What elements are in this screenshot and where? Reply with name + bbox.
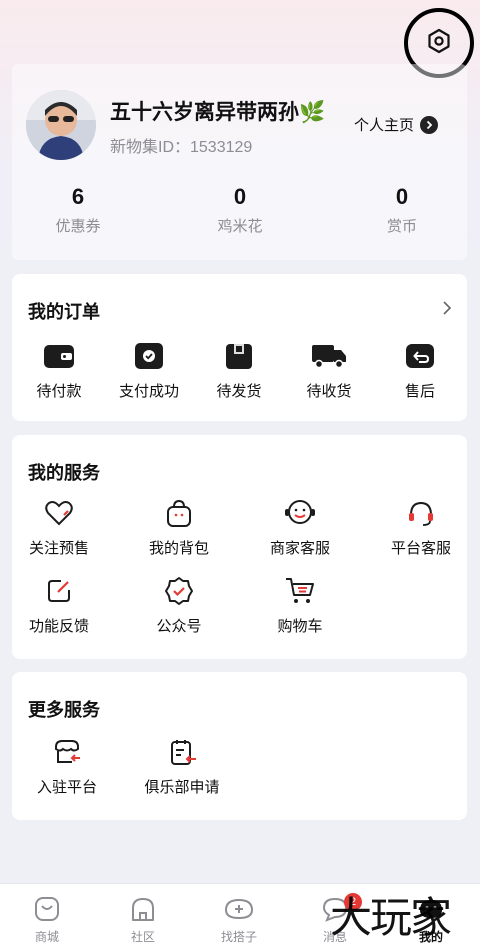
service-official-account[interactable]: 公众号 bbox=[134, 571, 224, 636]
bag-icon bbox=[159, 493, 199, 533]
service-label: 关注预售 bbox=[28, 540, 89, 557]
service-join-platform[interactable]: 入驻平台 bbox=[22, 732, 112, 797]
service-label: 俱乐部申请 bbox=[144, 779, 220, 796]
stat-popcorn[interactable]: 0 鸡米花 bbox=[190, 184, 290, 236]
service-club-application[interactable]: 俱乐部申请 bbox=[137, 732, 227, 797]
order-to-ship[interactable]: 待发货 bbox=[194, 336, 284, 401]
chevron-right-icon[interactable] bbox=[441, 300, 453, 321]
customer-service-icon bbox=[280, 493, 320, 533]
stat-reward-coins[interactable]: 0 赏币 bbox=[352, 184, 452, 236]
tab-find-partner[interactable]: 找搭子 bbox=[204, 894, 274, 945]
stat-value: 6 bbox=[71, 184, 85, 209]
service-cart[interactable]: 购物车 bbox=[255, 571, 345, 636]
orders-title: 我的订单 bbox=[28, 302, 100, 322]
services-title: 我的服务 bbox=[28, 463, 100, 483]
order-label: 支付成功 bbox=[118, 383, 179, 400]
service-label: 入驻平台 bbox=[36, 779, 97, 796]
application-icon bbox=[162, 732, 202, 772]
truck-icon bbox=[309, 336, 349, 376]
order-label: 待发货 bbox=[216, 383, 262, 400]
more-services-title: 更多服务 bbox=[28, 700, 100, 720]
chevron-right-icon bbox=[420, 115, 439, 134]
tab-mall[interactable]: 商城 bbox=[12, 894, 82, 945]
stat-coupons[interactable]: 6 优惠券 bbox=[28, 184, 128, 236]
order-after-sales[interactable]: 售后 bbox=[375, 336, 465, 401]
stat-value: 0 bbox=[395, 184, 409, 209]
avatar[interactable] bbox=[26, 90, 96, 160]
homepage-link[interactable]: 个人主页 bbox=[354, 114, 439, 135]
order-pending-payment[interactable]: 待付款 bbox=[14, 336, 104, 401]
check-box-icon bbox=[129, 336, 169, 376]
feedback-icon bbox=[39, 571, 79, 611]
tab-label: 社区 bbox=[130, 930, 155, 944]
service-label: 购物车 bbox=[277, 618, 323, 635]
store-icon bbox=[47, 732, 87, 772]
orders-card: 我的订单 待付款 支付成功 待发货 待收货 售后 bbox=[12, 274, 467, 421]
stat-label: 优惠券 bbox=[55, 218, 101, 235]
order-paid[interactable]: 支付成功 bbox=[104, 336, 194, 401]
service-label: 我的背包 bbox=[148, 540, 209, 557]
package-icon bbox=[219, 336, 259, 376]
cart-icon bbox=[280, 571, 320, 611]
service-feedback[interactable]: 功能反馈 bbox=[14, 571, 104, 636]
more-services-card: 更多服务 入驻平台 俱乐部申请 bbox=[12, 672, 467, 820]
service-label: 功能反馈 bbox=[28, 618, 89, 635]
order-label: 售后 bbox=[404, 383, 435, 400]
order-label: 待收货 bbox=[306, 383, 352, 400]
homepage-label: 个人主页 bbox=[354, 117, 415, 134]
watermark: 大玩家 bbox=[330, 893, 452, 942]
tab-label: 找搭子 bbox=[220, 930, 257, 944]
badge-check-icon bbox=[159, 571, 199, 611]
order-to-receive[interactable]: 待收货 bbox=[284, 336, 374, 401]
service-label: 平台客服 bbox=[390, 540, 451, 557]
stat-label: 赏币 bbox=[386, 218, 417, 235]
user-id: 新物集ID：1533129 bbox=[110, 139, 253, 156]
service-label: 公众号 bbox=[156, 618, 202, 635]
wallet-icon bbox=[39, 336, 79, 376]
order-label: 待付款 bbox=[36, 383, 82, 400]
headset-icon bbox=[401, 493, 441, 533]
service-label: 商家客服 bbox=[269, 540, 330, 557]
tab-label: 商城 bbox=[34, 930, 59, 944]
username: 五十六岁离异带两孙🌿 bbox=[110, 101, 326, 124]
community-icon bbox=[128, 894, 158, 924]
service-my-bag[interactable]: 我的背包 bbox=[134, 493, 224, 558]
mall-icon bbox=[32, 894, 62, 924]
find-partner-icon bbox=[224, 894, 254, 924]
stat-label: 鸡米花 bbox=[217, 218, 263, 235]
heart-icon bbox=[39, 493, 79, 533]
services-card: 我的服务 关注预售 我的背包 商家客服 平台客服 功能反馈 公众号 购物车 bbox=[12, 435, 467, 659]
service-platform-support[interactable]: 平台客服 bbox=[376, 493, 466, 558]
tab-community[interactable]: 社区 bbox=[108, 894, 178, 945]
settings-icon bbox=[426, 28, 452, 59]
service-merchant-support[interactable]: 商家客服 bbox=[255, 493, 345, 558]
stat-value: 0 bbox=[233, 184, 247, 209]
service-follow-presale[interactable]: 关注预售 bbox=[14, 493, 104, 558]
return-icon bbox=[400, 336, 440, 376]
